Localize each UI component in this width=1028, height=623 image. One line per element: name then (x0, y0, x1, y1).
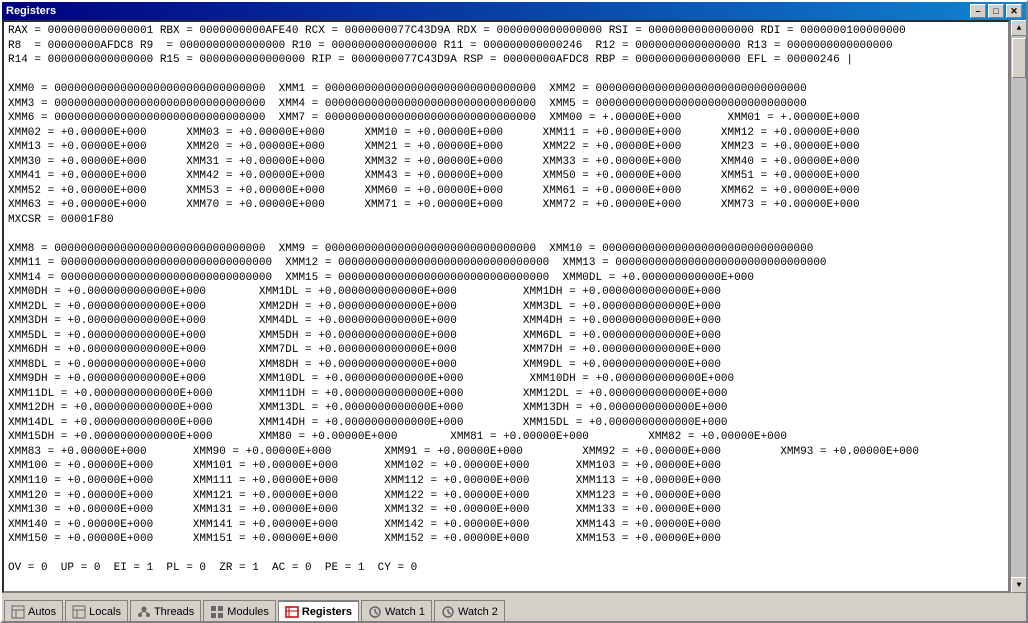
locals-icon (72, 605, 86, 619)
tab-autos[interactable]: Autos (4, 600, 63, 621)
scroll-track[interactable] (1011, 36, 1026, 577)
window-title: Registers (6, 5, 56, 17)
tab-modules[interactable]: Modules (203, 600, 276, 621)
tab-locals-label: Locals (89, 606, 121, 618)
watch2-icon (441, 605, 455, 619)
title-bar-controls: – □ ✕ (970, 4, 1022, 18)
registers-content: RAX = 0000000000000001 RBX = 0000000000A… (2, 20, 1010, 593)
tab-threads-label: Threads (154, 606, 194, 618)
scroll-up-button[interactable]: ▲ (1011, 20, 1026, 36)
tab-autos-label: Autos (28, 606, 56, 618)
threads-icon (137, 605, 151, 619)
tab-watch2-label: Watch 2 (458, 606, 498, 618)
registers-window: Registers – □ ✕ RAX = 0000000000000001 R… (0, 0, 1028, 623)
close-button[interactable]: ✕ (1006, 4, 1022, 18)
scroll-thumb[interactable] (1012, 38, 1026, 78)
tab-modules-label: Modules (227, 606, 269, 618)
title-bar-text: Registers (6, 5, 56, 17)
scroll-down-button[interactable]: ▼ (1011, 577, 1026, 593)
tab-watch2[interactable]: Watch 2 (434, 600, 505, 621)
modules-icon (210, 605, 224, 619)
vertical-scrollbar[interactable]: ▲ ▼ (1010, 20, 1026, 593)
tab-watch1-label: Watch 1 (385, 606, 425, 618)
tab-threads[interactable]: Threads (130, 600, 201, 621)
tab-watch1[interactable]: Watch 1 (361, 600, 432, 621)
watch1-icon (368, 605, 382, 619)
title-bar: Registers – □ ✕ (2, 2, 1026, 20)
maximize-button[interactable]: □ (988, 4, 1004, 18)
registers-icon (285, 605, 299, 619)
minimize-button[interactable]: – (970, 4, 986, 18)
tab-locals[interactable]: Locals (65, 600, 128, 621)
autos-icon (11, 605, 25, 619)
tab-registers[interactable]: Registers (278, 600, 359, 621)
tab-registers-label: Registers (302, 606, 352, 618)
tab-bar: Autos Locals Threads Modules (2, 593, 1026, 621)
